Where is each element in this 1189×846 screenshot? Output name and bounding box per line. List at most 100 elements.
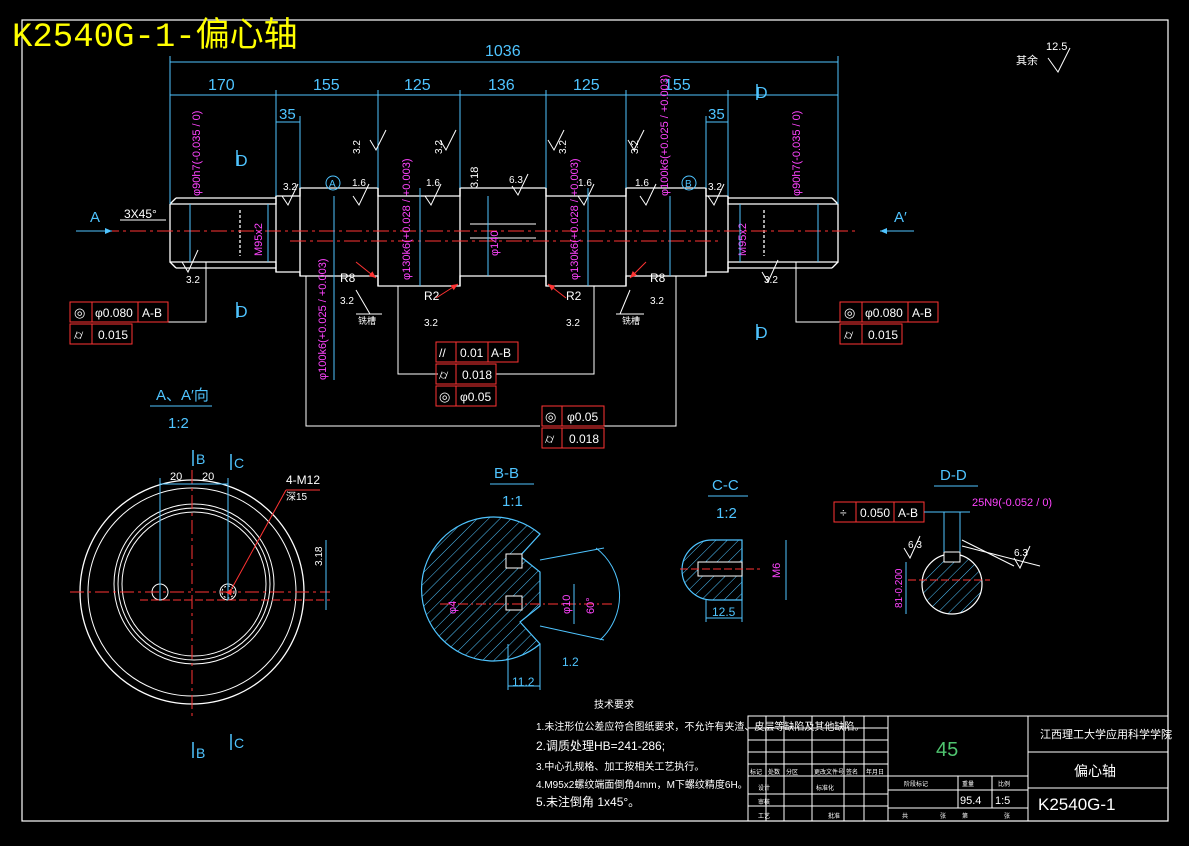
datum-a-text: A xyxy=(329,179,336,190)
view-aa-scale: 1:2 xyxy=(168,415,189,432)
cad-drawing: K2540G-1-偏心轴 A A′ 3X45° 1036 170 155 125… xyxy=(0,0,1189,841)
view-dd-ra-left: 6.3 xyxy=(908,540,922,551)
drawing-title: K2540G-1-偏心轴 xyxy=(12,19,298,57)
tech-req-1: 1.未注形位公差应符合图纸要求，不允许有夹渣、皮层等缺陷及其他缺陷。 xyxy=(536,720,864,733)
mark-b-top: B xyxy=(196,451,205,467)
svg-text:比例: 比例 xyxy=(998,780,1010,788)
ra-2: 1.6 xyxy=(426,178,440,189)
dim-seg-1: 170 xyxy=(208,77,235,94)
svg-text:年月日: 年月日 xyxy=(866,768,884,776)
svg-text:φ0.05: φ0.05 xyxy=(460,390,491,404)
radius-r2-right: R2 xyxy=(566,289,582,303)
svg-text:φ0.080: φ0.080 xyxy=(865,306,903,320)
label-d130-right: φ130k6(+0.028 / +0.003) xyxy=(569,159,581,281)
svg-text:⌭: ⌭ xyxy=(74,327,84,342)
tech-req-2: 2.调质处理HB=241-286; xyxy=(536,739,665,753)
ra-r2-right: 3.2 xyxy=(566,318,580,329)
tech-req-4: 4.M95x2螺纹端面倒角4mm，M下螺纹精度6H。 xyxy=(536,778,748,791)
dim-seg-5: 125 xyxy=(573,77,600,94)
datum-b-text: B xyxy=(685,179,692,190)
title-scale: 1:5 xyxy=(995,795,1010,807)
svg-text:0.01: 0.01 xyxy=(460,346,484,360)
title-part-name: 偏心轴 xyxy=(1074,763,1116,779)
ra-10: 3.2 xyxy=(352,140,363,154)
svg-text:阶段标记: 阶段标记 xyxy=(904,780,928,788)
title-material: 45 xyxy=(936,739,958,761)
drawing-canvas: A A′ 3X45° 1036 170 155 125 136 125 155 … xyxy=(21,19,1172,822)
view-dd-tol-ref: A-B xyxy=(898,506,918,520)
radius-r8-left: R8 xyxy=(340,271,356,285)
ra-9: 1.6 xyxy=(352,178,366,189)
ra-13: 3.2 xyxy=(630,140,641,154)
ra-11: 3.2 xyxy=(434,140,445,154)
dim-seg-3: 125 xyxy=(404,77,431,94)
view-aa-offset: 3.18 xyxy=(314,546,325,566)
ra-rest: 其余 xyxy=(1016,53,1038,67)
view-cc-m6: M6 xyxy=(771,563,783,578)
mark-c-bottom: C xyxy=(234,735,244,751)
view-cc-w125: 12.5 xyxy=(712,605,736,619)
svg-text:处数: 处数 xyxy=(768,768,780,776)
ra-5: 1.6 xyxy=(635,178,649,189)
dim-shoulder-left: 35 xyxy=(279,106,296,123)
section-d-marks: D D D D xyxy=(236,85,768,342)
svg-text:工艺: 工艺 xyxy=(758,812,770,820)
ra-6: 3.2 xyxy=(708,182,722,193)
dim-overall: 1036 xyxy=(485,43,521,60)
view-dd-tol-sym: ÷ xyxy=(840,506,847,520)
svg-text:◎: ◎ xyxy=(439,389,450,404)
label-step-318: 3.18 xyxy=(469,167,481,188)
view-dd: D-D ÷ 0.050 A-B 25N9(-0.052 / 0) 81-0.20… xyxy=(833,467,1052,615)
svg-text:更改文件号: 更改文件号 xyxy=(814,768,844,776)
view-bb-title: B-B xyxy=(494,465,519,482)
svg-text:φ0.05: φ0.05 xyxy=(567,410,598,424)
svg-text:张: 张 xyxy=(1004,812,1010,820)
undercut-right: 铣槽 xyxy=(622,315,640,326)
ra-general: 12.5 xyxy=(1046,41,1067,53)
view-cc-title: C-C xyxy=(712,477,739,494)
view-bb-w112: 11.2 xyxy=(512,675,535,689)
chamfer-label: 3X45° xyxy=(124,207,157,221)
tech-requirements: 技术要求 1.未注形位公差应符合图纸要求，不允许有夹渣、皮层等缺陷及其他缺陷。 … xyxy=(536,698,864,809)
svg-text:A-B: A-B xyxy=(142,306,162,320)
svg-text:张: 张 xyxy=(940,812,946,820)
svg-text:φ0.080: φ0.080 xyxy=(95,306,133,320)
ra-r8-right: 3.2 xyxy=(650,296,664,307)
dim-seg-4: 136 xyxy=(488,77,515,94)
view-bb-d10: φ10 xyxy=(561,595,573,614)
mark-b-bottom: B xyxy=(196,745,205,761)
ra-8: 3.2 xyxy=(764,275,778,286)
ra-12: 3.2 xyxy=(558,140,569,154)
label-m95-left: M95x2 xyxy=(253,223,265,256)
svg-text:标记: 标记 xyxy=(750,768,762,776)
dim-shoulder-right: 35 xyxy=(708,106,725,123)
view-cc-scale: 1:2 xyxy=(716,505,737,522)
title-weight: 95.4 xyxy=(960,795,981,807)
undercut-left: 铣槽 xyxy=(358,315,376,326)
tech-req-5: 5.未注倒角 1x45°。 xyxy=(536,794,640,809)
view-dd-tol-val: 0.050 xyxy=(860,506,890,520)
label-m95-right: M95x2 xyxy=(737,223,749,256)
view-dd-title: D-D xyxy=(940,467,967,484)
ra-r8-left: 3.2 xyxy=(340,296,354,307)
tolerance-frame-right: ◎ φ0.080 A-B ⌭ 0.015 xyxy=(839,301,939,345)
view-aa-dim2: 20 xyxy=(202,471,214,483)
label-d100-left: φ100k6(+0.025 / +0.003) xyxy=(317,259,329,381)
ra-7: 3.2 xyxy=(186,275,200,286)
label-d100-right: φ100k6(+0.025 / +0.003) xyxy=(659,75,671,197)
view-aa: A、A′向 1:2 20 20 4-M12 深15 3.18 B C B C xyxy=(70,387,330,761)
view-aa-dim1: 20 xyxy=(170,471,182,483)
title-school: 江西理工大学应用科学学院 xyxy=(1040,727,1172,741)
svg-text:批准: 批准 xyxy=(828,812,840,820)
tech-req-heading: 技术要求 xyxy=(594,698,634,711)
view-bb-w12: 1.2 xyxy=(562,655,579,669)
radius-r8-right: R8 xyxy=(650,271,666,285)
view-dd-depth: 81-0.200 xyxy=(894,568,905,608)
svg-text:审核: 审核 xyxy=(758,798,770,806)
svg-text:◎: ◎ xyxy=(545,409,556,424)
view-aa-depth: 深15 xyxy=(286,491,308,503)
svg-text:共: 共 xyxy=(902,812,908,820)
svg-text:设计: 设计 xyxy=(758,784,770,792)
svg-text:第: 第 xyxy=(962,812,968,820)
svg-text:⌭: ⌭ xyxy=(844,327,854,342)
